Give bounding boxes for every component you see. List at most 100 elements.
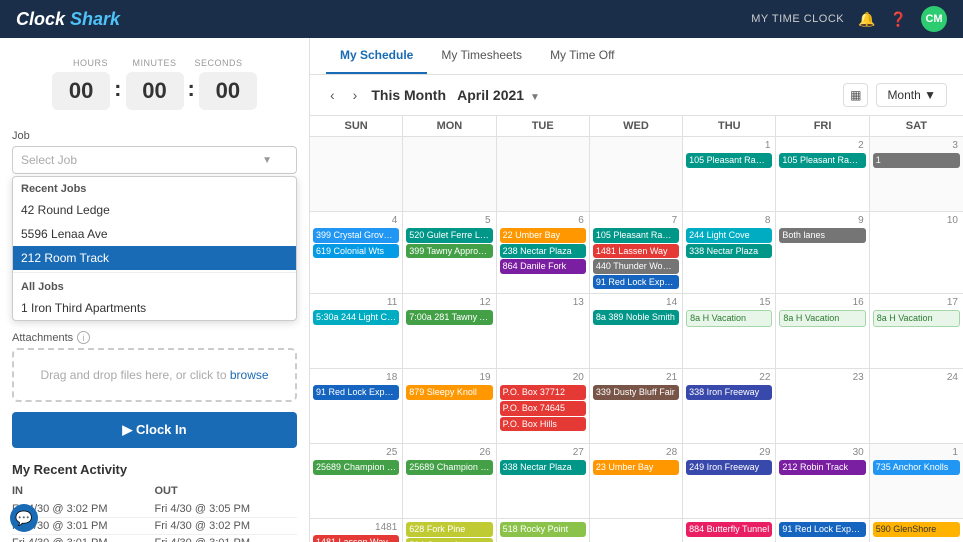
cal-event[interactable]: 338 Nectar Plaza <box>500 460 586 475</box>
cal-event[interactable]: 91 Red Lock Expressway <box>593 275 679 290</box>
cal-cell[interactable]: 2823 Umber Bay <box>590 444 683 518</box>
cal-cell[interactable]: 127:00a 281 Tawny Approach <box>403 294 496 368</box>
dropdown-item-all-0[interactable]: 1 Iron Third Apartments <box>13 296 296 320</box>
cal-cell[interactable]: 168a H Vacation <box>776 294 869 368</box>
cal-cell[interactable]: 4399 Crystal Grove Tunnel619 Colonial Wt… <box>310 212 403 293</box>
cal-event[interactable]: 399 Crystal Grove Tunnel <box>313 228 399 243</box>
cal-cell[interactable]: 21339 Dusty Bluff Fair <box>590 369 683 443</box>
cal-event[interactable]: P.O. Box 37712 <box>500 385 586 400</box>
cal-cell[interactable]: 115:30a 244 Light Cove <box>310 294 403 368</box>
cal-cell[interactable]: 8244 Light Cove338 Nectar Plaza <box>683 212 776 293</box>
cal-event[interactable]: 628 Fork Pine <box>406 522 492 537</box>
drop-zone[interactable]: Drag and drop files here, or click to br… <box>12 348 297 402</box>
cal-cell[interactable] <box>590 519 683 542</box>
cal-cell[interactable] <box>403 137 496 211</box>
dropdown-item-recent-0[interactable]: 42 Round Ledge <box>13 198 296 222</box>
cal-event[interactable]: 338 Nectar Plaza <box>686 244 772 259</box>
cal-cell[interactable]: 622 Umber Bay238 Nectar Plaza864 Danile … <box>497 212 590 293</box>
cal-event[interactable]: 212 Robin Track <box>779 460 865 475</box>
cal-event[interactable]: 91 Red Lock Expressway <box>779 522 865 537</box>
browse-link[interactable]: browse <box>230 368 269 382</box>
cal-next-btn[interactable]: › <box>349 85 362 105</box>
cal-event[interactable]: 884 Butterfly Tunnel <box>686 522 772 537</box>
tab-my-schedule[interactable]: My Schedule <box>326 38 427 74</box>
cal-event[interactable]: 440 Thunder Woods <box>593 259 679 274</box>
cal-cell[interactable]: 91 Red Lock Expressway <box>776 519 869 542</box>
dropdown-item-recent-2[interactable]: 212 Room Track <box>13 246 296 270</box>
cal-event[interactable]: 338 Iron Freeway <box>686 385 772 400</box>
cal-event[interactable]: 879 Sleepy Knoll <box>406 385 492 400</box>
cal-event[interactable]: 520 Gulet Ferre Lane <box>406 228 492 243</box>
job-select-display[interactable]: Select Job ▼ <box>12 146 297 174</box>
cal-cell[interactable]: 14811481 Lassen Way <box>310 519 403 542</box>
cal-event[interactable]: 590 GlenShore <box>873 522 960 537</box>
cal-cell[interactable]: 518 Rocky Point <box>497 519 590 542</box>
cal-event[interactable]: 105 Pleasant Ranch Port <box>593 228 679 243</box>
cal-cell[interactable]: 7105 Pleasant Ranch Port1481 Lassen Way4… <box>590 212 683 293</box>
cal-event[interactable]: 7:00a 281 Tawny Approach <box>406 310 492 325</box>
cal-event[interactable]: 105 Pleasant Ranch Port <box>779 153 865 168</box>
cal-event[interactable]: 8a H Vacation <box>873 310 960 327</box>
cal-event[interactable]: 22 Umber Bay <box>500 228 586 243</box>
cal-cell[interactable]: 22338 Iron Freeway <box>683 369 776 443</box>
cal-cell[interactable] <box>590 137 683 211</box>
tab-my-time-off[interactable]: My Time Off <box>536 38 628 74</box>
my-time-clock-label[interactable]: MY TIME CLOCK <box>751 13 844 25</box>
cal-cell[interactable]: 158a H Vacation <box>683 294 776 368</box>
cal-cell[interactable]: 9Both lanes <box>776 212 869 293</box>
cal-event[interactable]: 864 Danile Fork <box>500 259 586 274</box>
cal-cell[interactable]: 1891 Red Lock Expressway <box>310 369 403 443</box>
cal-event[interactable]: 8a H Vacation <box>686 310 772 327</box>
cal-cell[interactable]: 148a 389 Noble Smith <box>590 294 683 368</box>
cal-cell[interactable]: 31 <box>870 137 963 211</box>
cal-cell[interactable]: 24 <box>870 369 963 443</box>
cal-cell[interactable]: 20P.O. Box 37712P.O. Box 74645P.O. Box H… <box>497 369 590 443</box>
cal-event[interactable]: 105 Pleasant Ranch Port <box>686 153 772 168</box>
cal-grid-icon-btn[interactable]: ▦ <box>843 83 868 107</box>
cal-cell[interactable]: 29249 Iron Freeway <box>683 444 776 518</box>
cal-cell[interactable]: 23 <box>776 369 869 443</box>
cal-cell[interactable]: 178a H Vacation <box>870 294 963 368</box>
cal-event[interactable]: 244 Light Cove <box>686 228 772 243</box>
cal-event[interactable]: 534 Grove Areer <box>406 538 492 542</box>
cal-cell[interactable]: 628 Fork Pine534 Grove Areer <box>403 519 496 542</box>
cal-cell[interactable]: 19879 Sleepy Knoll <box>403 369 496 443</box>
cal-event[interactable]: 339 Dusty Bluff Fair <box>593 385 679 400</box>
cal-event[interactable]: 8a H Vacation <box>779 310 865 327</box>
cal-cell[interactable]: 2525689 Champion Rd <box>310 444 403 518</box>
cal-cell[interactable]: 1735 Anchor Knolls <box>870 444 963 518</box>
cal-event[interactable]: 23 Umber Bay <box>593 460 679 475</box>
cal-cell[interactable]: 5520 Gulet Ferre Lane399 Tawny Approach <box>403 212 496 293</box>
cal-event[interactable]: 619 Colonial Wts <box>313 244 399 259</box>
clock-in-button[interactable]: ▶ Clock In <box>12 412 297 448</box>
help-icon[interactable]: ❓ <box>890 11 907 28</box>
cal-cell[interactable]: 884 Butterfly Tunnel <box>683 519 776 542</box>
cal-cell[interactable] <box>497 137 590 211</box>
cal-cell[interactable]: 590 GlenShore <box>870 519 963 542</box>
cal-cell[interactable]: 1105 Pleasant Ranch Port <box>683 137 776 211</box>
cal-event[interactable]: 5:30a 244 Light Cove <box>313 310 399 325</box>
cal-cell[interactable]: 2105 Pleasant Ranch Port <box>776 137 869 211</box>
cal-event[interactable]: 8a 389 Noble Smith <box>593 310 679 325</box>
bell-icon[interactable]: 🔔 <box>858 11 875 28</box>
cal-month-view-btn[interactable]: Month ▼ <box>876 83 947 107</box>
cal-event[interactable]: 25689 Champion Rd <box>313 460 399 475</box>
cal-cell[interactable]: 27338 Nectar Plaza <box>497 444 590 518</box>
chat-bubble[interactable]: 💬 <box>10 504 38 532</box>
avatar[interactable]: CM <box>921 6 947 32</box>
cal-event[interactable]: 399 Tawny Approach <box>406 244 492 259</box>
tab-my-timesheets[interactable]: My Timesheets <box>427 38 536 74</box>
cal-event[interactable]: P.O. Box Hills <box>500 417 586 432</box>
cal-cell[interactable]: 10 <box>870 212 963 293</box>
cal-event[interactable]: P.O. Box 74645 <box>500 401 586 416</box>
cal-cell[interactable]: 30212 Robin Track <box>776 444 869 518</box>
cal-event[interactable]: 1481 Lassen Way <box>593 244 679 259</box>
cal-event[interactable]: 1 <box>873 153 960 168</box>
cal-cell[interactable] <box>310 137 403 211</box>
cal-event[interactable]: 1481 Lassen Way <box>313 535 399 542</box>
cal-event[interactable]: 735 Anchor Knolls <box>873 460 960 475</box>
cal-event[interactable]: Both lanes <box>779 228 865 243</box>
cal-event[interactable]: 249 Iron Freeway <box>686 460 772 475</box>
cal-cell[interactable]: 2625689 Champion Rd <box>403 444 496 518</box>
cal-event[interactable]: 518 Rocky Point <box>500 522 586 537</box>
